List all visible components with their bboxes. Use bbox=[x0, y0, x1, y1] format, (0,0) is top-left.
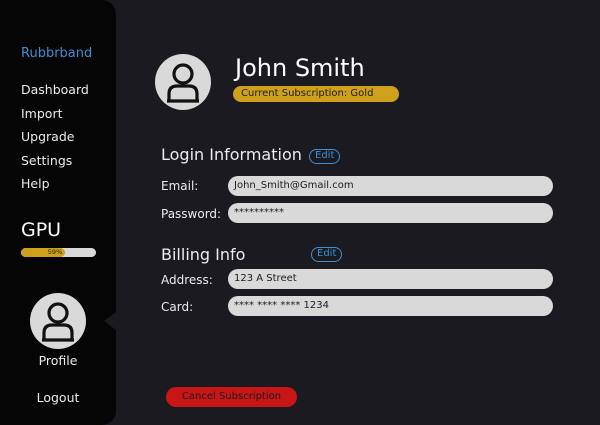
address-label: Address: bbox=[161, 273, 213, 287]
sidebar-item-settings[interactable]: Settings bbox=[21, 153, 89, 177]
edit-login-button[interactable]: Edit bbox=[309, 149, 341, 164]
password-field[interactable]: ********** bbox=[228, 203, 553, 223]
gpu-label: GPU bbox=[21, 219, 62, 241]
gpu-usage-bar: 59% bbox=[21, 248, 96, 257]
sidebar-item-help[interactable]: Help bbox=[21, 176, 89, 200]
user-avatar-icon[interactable] bbox=[30, 293, 86, 349]
card-label: Card: bbox=[161, 300, 194, 314]
cancel-subscription-button[interactable]: Cancel Subscription bbox=[166, 387, 297, 407]
address-field[interactable]: 123 A Street bbox=[228, 269, 553, 289]
user-name: John Smith bbox=[235, 54, 365, 82]
sidebar: Rubbrband Dashboard Import Upgrade Setti… bbox=[0, 0, 116, 425]
gpu-usage-percent: 59% bbox=[47, 248, 63, 256]
sidebar-item-import[interactable]: Import bbox=[21, 106, 89, 130]
gpu-usage-fill: 59% bbox=[21, 248, 66, 257]
logout-button[interactable]: Logout bbox=[0, 390, 116, 405]
billing-section-title: Billing Info bbox=[161, 245, 246, 264]
profile-avatar-icon[interactable] bbox=[155, 54, 211, 110]
email-label: Email: bbox=[161, 179, 199, 193]
email-field[interactable]: John_Smith@Gmail.com bbox=[228, 176, 553, 196]
subscription-badge: Current Subscription: Gold bbox=[233, 86, 399, 102]
password-label: Password: bbox=[161, 207, 222, 221]
sidebar-item-upgrade[interactable]: Upgrade bbox=[21, 129, 89, 153]
sidebar-item-profile[interactable]: Profile bbox=[0, 353, 116, 368]
profile-page: Rubbrband Dashboard Import Upgrade Setti… bbox=[0, 0, 600, 425]
edit-billing-button[interactable]: Edit bbox=[311, 247, 343, 262]
brand-logo: Rubbrband bbox=[21, 46, 93, 61]
login-section-title: Login Information bbox=[161, 145, 302, 164]
sidebar-item-dashboard[interactable]: Dashboard bbox=[21, 82, 89, 106]
sidebar-nav: Dashboard Import Upgrade Settings Help bbox=[21, 82, 89, 200]
card-field[interactable]: **** **** **** 1234 bbox=[228, 296, 553, 316]
active-indicator-notch bbox=[104, 312, 116, 330]
